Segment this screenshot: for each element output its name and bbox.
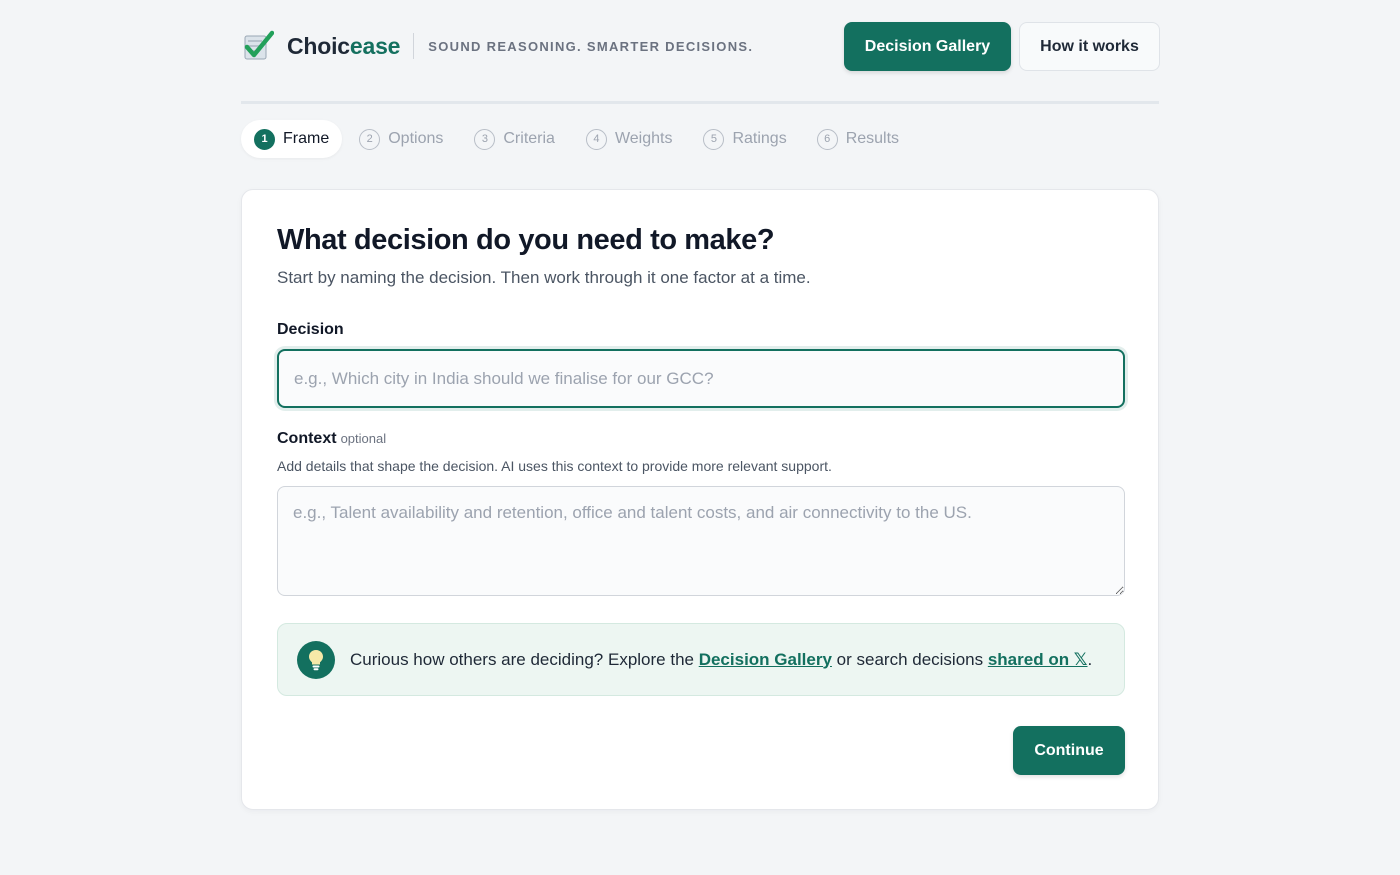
- page-container: Choicease SOUND REASONING. SMARTER DECIS…: [241, 0, 1160, 810]
- decision-card: What decision do you need to make? Start…: [241, 189, 1159, 810]
- brand-name: Choicease: [287, 33, 400, 60]
- context-help-text: Add details that shape the decision. AI …: [277, 458, 832, 474]
- step-options[interactable]: 2 Options: [359, 120, 443, 158]
- step-label: Ratings: [732, 130, 787, 147]
- step-label: Weights: [614, 130, 673, 147]
- continue-button[interactable]: Continue: [1013, 726, 1125, 775]
- step-label: Frame: [283, 130, 330, 147]
- step-ratings[interactable]: 5 Ratings: [703, 120, 787, 158]
- step-label: Results: [845, 130, 900, 147]
- brand-name-accent: ease: [349, 32, 401, 59]
- tip-text-after: .: [1087, 649, 1093, 669]
- tip-text-before: Curious how others are deciding? Explore…: [350, 649, 699, 669]
- tip-text-middle: or search decisions: [831, 649, 988, 669]
- step-frame[interactable]: 1 Frame: [241, 120, 343, 158]
- step-number: 4: [585, 128, 607, 150]
- optional-tag: optional: [340, 431, 387, 446]
- context-label-text: Context: [277, 430, 337, 447]
- how-it-works-button[interactable]: How it works: [1019, 22, 1160, 71]
- step-number: 6: [816, 128, 838, 150]
- logo[interactable]: Choicease SOUND REASONING. SMARTER DECIS…: [242, 30, 753, 62]
- page-subtitle: Start by naming the decision. Then work …: [277, 268, 811, 287]
- page-title: What decision do you need to make?: [277, 224, 775, 256]
- tip-text: Curious how others are deciding? Explore…: [350, 650, 1092, 670]
- step-number: 1: [254, 128, 275, 150]
- header-divider: [413, 33, 415, 59]
- decision-label: Decision: [277, 321, 344, 338]
- decision-input[interactable]: [277, 349, 1125, 408]
- shared-on-x-link[interactable]: shared on 𝕏: [988, 650, 1088, 669]
- top-header: Choicease SOUND REASONING. SMARTER DECIS…: [241, 0, 1160, 104]
- step-number: 5: [703, 128, 725, 150]
- step-progress: 1 Frame 2 Options 3 Criteria 4 Weights 5…: [241, 120, 899, 158]
- context-textarea[interactable]: [277, 486, 1125, 596]
- decision-gallery-button[interactable]: Decision Gallery: [844, 22, 1011, 71]
- step-weights[interactable]: 4 Weights: [585, 120, 673, 158]
- step-label: Options: [388, 130, 444, 147]
- lightbulb-icon: [297, 640, 335, 679]
- brand-name-main: Choic: [287, 32, 350, 59]
- step-results[interactable]: 6 Results: [816, 120, 900, 158]
- tagline: SOUND REASONING. SMARTER DECISIONS.: [428, 38, 754, 54]
- checkmark-clipboard-icon: [244, 30, 274, 60]
- context-label: Context optional: [277, 430, 386, 448]
- step-number: 2: [359, 128, 381, 150]
- step-number: 3: [474, 128, 496, 150]
- decision-gallery-link[interactable]: Decision Gallery: [699, 650, 832, 669]
- step-criteria[interactable]: 3 Criteria: [474, 120, 555, 158]
- gallery-tip: Curious how others are deciding? Explore…: [277, 623, 1125, 696]
- step-label: Criteria: [503, 130, 555, 147]
